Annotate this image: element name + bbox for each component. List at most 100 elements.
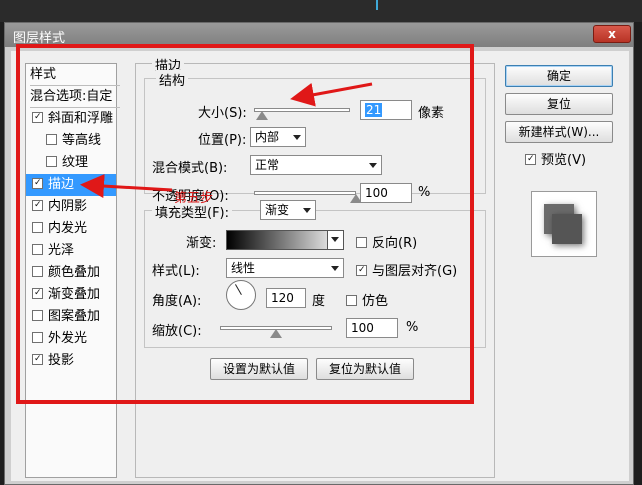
sidebar-item-label: 光泽 (48, 243, 75, 258)
preview-check-icon[interactable] (525, 154, 536, 165)
checkbox-icon[interactable] (32, 288, 43, 299)
style-preview-thumbnail (531, 191, 597, 257)
sidebar-item[interactable]: 图案叠加 (26, 306, 116, 328)
sidebar-item-label: 外发光 (48, 331, 88, 346)
dialog-title: 图层样式 (13, 31, 66, 46)
size-input[interactable]: 21 (360, 100, 412, 120)
angle-input[interactable]: 120 (266, 288, 306, 308)
checkbox-icon[interactable] (32, 354, 43, 365)
position-value: 内部 (255, 130, 280, 144)
checkbox-icon[interactable] (32, 178, 43, 189)
angle-dial[interactable] (226, 280, 256, 310)
sidebar-item[interactable]: 纹理 (26, 152, 116, 174)
sidebar-item[interactable]: 光泽 (26, 240, 116, 262)
checkbox-icon[interactable] (32, 222, 43, 233)
scale-input[interactable]: 100 (346, 318, 398, 338)
sidebar-item[interactable]: 内阴影 (26, 196, 116, 218)
scale-unit: % (406, 320, 419, 335)
checkbox-icon[interactable] (32, 266, 43, 277)
checkbox-icon[interactable] (32, 332, 43, 343)
blend-options-label: 混合选项:自定 (30, 89, 113, 104)
sidebar-item[interactable]: 内发光 (26, 218, 116, 240)
chevron-down-icon (303, 208, 311, 213)
align-check-icon[interactable] (356, 265, 367, 276)
title-bar[interactable]: 图层样式 x (5, 23, 633, 47)
chevron-down-icon (369, 163, 377, 168)
gradient-picker[interactable] (226, 230, 344, 250)
sidebar-item[interactable]: 描边 (26, 174, 116, 196)
checkbox-icon[interactable] (46, 156, 57, 167)
sidebar-item-label: 斜面和浮雕 (48, 111, 114, 126)
new-style-button[interactable]: 新建样式(W)... (505, 121, 613, 143)
fill-type-select[interactable]: 渐变 (260, 200, 316, 220)
sidebar-item[interactable]: 外发光 (26, 328, 116, 350)
dither-check-icon[interactable] (346, 295, 357, 306)
preview-shape-front (552, 214, 582, 244)
size-value: 21 (365, 103, 383, 117)
preview-label: 预览(V) (541, 153, 587, 168)
align-label: 与图层对齐(G) (372, 264, 458, 279)
structure-group (144, 78, 486, 194)
preview-checkbox[interactable]: 预览(V) (525, 149, 586, 168)
size-slider[interactable] (254, 108, 350, 112)
styles-header[interactable]: 样式 (30, 64, 120, 86)
sidebar-item-label: 内阴影 (48, 199, 88, 214)
blend-mode-select[interactable]: 正常 (250, 155, 382, 175)
fill-type-value: 渐变 (265, 203, 290, 217)
style-select[interactable]: 线性 (226, 258, 344, 278)
styles-list: 样式 混合选项:自定 斜面和浮雕等高线纹理描边内阴影内发光光泽颜色叠加渐变叠加图… (25, 63, 120, 478)
checkbox-icon[interactable] (32, 200, 43, 211)
sidebar-item[interactable]: 投影 (26, 350, 116, 372)
style-label: 样式(L): (152, 264, 200, 279)
gradient-label: 渐变: (186, 236, 217, 251)
position-select[interactable]: 内部 (250, 127, 306, 147)
position-label: 位置(P): (198, 133, 247, 148)
sidebar-item-label: 渐变叠加 (48, 287, 101, 302)
sidebar-item-label: 纹理 (62, 155, 89, 170)
stroke-panel: 描边 结构 大小(S): 21 像素 位置(P): 内部 混合模式(B): 正常… (135, 55, 495, 478)
size-slider-thumb[interactable] (255, 111, 268, 120)
style-value: 线性 (231, 261, 256, 275)
reverse-label: 反向(R) (372, 236, 418, 251)
angle-unit: 度 (312, 294, 326, 309)
blend-options-item[interactable]: 混合选项:自定 (30, 86, 120, 108)
ok-button[interactable]: 确定 (505, 65, 613, 87)
scale-label: 缩放(C): (152, 324, 202, 339)
layer-style-dialog: 图层样式 x 样式 混合选项:自定 斜面和浮雕等高线纹理描边内阴影内发光光泽颜色… (4, 22, 634, 485)
reverse-check-icon[interactable] (356, 237, 367, 248)
dialog-body: 样式 混合选项:自定 斜面和浮雕等高线纹理描边内阴影内发光光泽颜色叠加渐变叠加图… (11, 51, 629, 481)
align-with-layer-checkbox[interactable]: 与图层对齐(G) (356, 260, 457, 279)
checkbox-icon[interactable] (46, 134, 57, 145)
chevron-down-icon[interactable] (327, 231, 343, 249)
size-unit: 像素 (418, 106, 445, 121)
dither-checkbox[interactable]: 仿色 (346, 290, 388, 309)
reverse-checkbox[interactable]: 反向(R) (356, 232, 417, 251)
opacity-unit: % (418, 185, 431, 200)
checkbox-icon[interactable] (32, 244, 43, 255)
blend-mode-value: 正常 (255, 158, 280, 172)
reset-button[interactable]: 复位 (505, 93, 613, 115)
size-label: 大小(S): (198, 106, 247, 121)
make-default-button[interactable]: 设置为默认值 (210, 358, 308, 380)
sidebar-item[interactable]: 颜色叠加 (26, 262, 116, 284)
opacity-input[interactable]: 100 (360, 183, 412, 203)
scale-value: 100 (351, 321, 374, 335)
checkbox-icon[interactable] (32, 310, 43, 321)
checkbox-icon[interactable] (32, 112, 43, 123)
close-button[interactable]: x (593, 25, 631, 43)
sidebar-item[interactable]: 渐变叠加 (26, 284, 116, 306)
opacity-value: 100 (365, 186, 388, 200)
opacity-slider[interactable] (254, 191, 356, 195)
sidebar-item-label: 颜色叠加 (48, 265, 101, 280)
sidebar-item-label: 图案叠加 (48, 309, 101, 324)
chevron-down-icon (331, 266, 339, 271)
sidebar-item[interactable]: 斜面和浮雕 (26, 108, 116, 130)
angle-value: 120 (271, 291, 294, 305)
background-marker (376, 0, 378, 10)
sidebar-item-label: 描边 (48, 177, 75, 192)
sidebar-item[interactable]: 等高线 (26, 130, 116, 152)
annotation-step-label: 第五步 (174, 191, 214, 206)
angle-label: 角度(A): (152, 294, 202, 309)
scale-slider-thumb[interactable] (270, 329, 282, 338)
reset-default-button[interactable]: 复位为默认值 (316, 358, 414, 380)
